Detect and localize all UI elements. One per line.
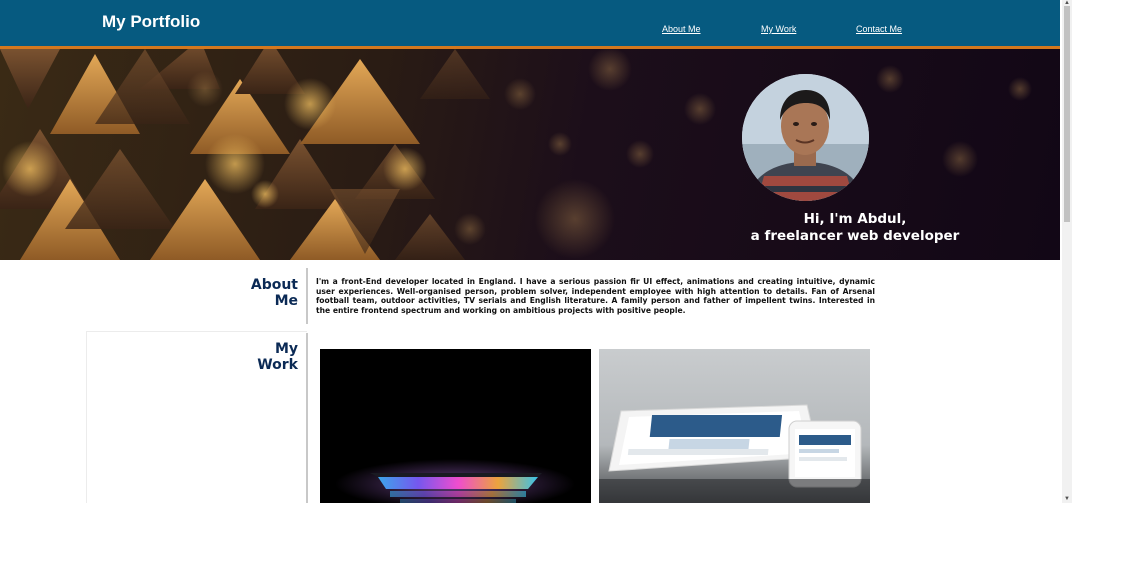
hero-tagline: a freelancer web developer (750, 228, 960, 244)
work-item-laptop-image[interactable] (320, 349, 591, 503)
profile-photo (742, 74, 869, 201)
hero-intro: Hi, I'm Abdul, a freelancer web develope… (705, 211, 1005, 245)
brand-title[interactable]: My Portfolio (102, 12, 200, 32)
work-title-line2: Work (257, 357, 298, 373)
scroll-down-arrow-icon[interactable]: ▼ (1063, 496, 1071, 502)
work-section-title: My Work (220, 341, 298, 373)
hero-banner: Hi, I'm Abdul, a freelancer web develope… (0, 49, 1060, 260)
about-title-line1: About (250, 277, 298, 293)
work-title-line1: My (274, 341, 298, 357)
page-scrollbar[interactable]: ▲ ▼ (1062, 0, 1072, 503)
laptop-image (320, 349, 591, 503)
nav-link-my-work[interactable]: My Work (761, 24, 796, 34)
scrollbar-thumb[interactable] (1064, 6, 1070, 222)
nav-link-contact-me[interactable]: Contact Me (856, 24, 902, 34)
work-divider (306, 333, 308, 503)
work-item-devices-image[interactable] (599, 349, 870, 503)
hero-greeting: Hi, I'm Abdul, (803, 211, 907, 227)
about-title-line2: Me (274, 293, 298, 309)
profile-avatar (742, 74, 869, 201)
devices-image (599, 349, 870, 503)
about-body: I'm a front-End developer located in Eng… (316, 277, 875, 315)
about-divider (306, 268, 308, 324)
site-header: My Portfolio About Me My Work Contact Me (0, 0, 1060, 49)
about-section-title: About Me (220, 277, 298, 309)
page-viewport: My Portfolio About Me My Work Contact Me (0, 0, 1060, 503)
nav-link-about-me[interactable]: About Me (662, 24, 701, 34)
